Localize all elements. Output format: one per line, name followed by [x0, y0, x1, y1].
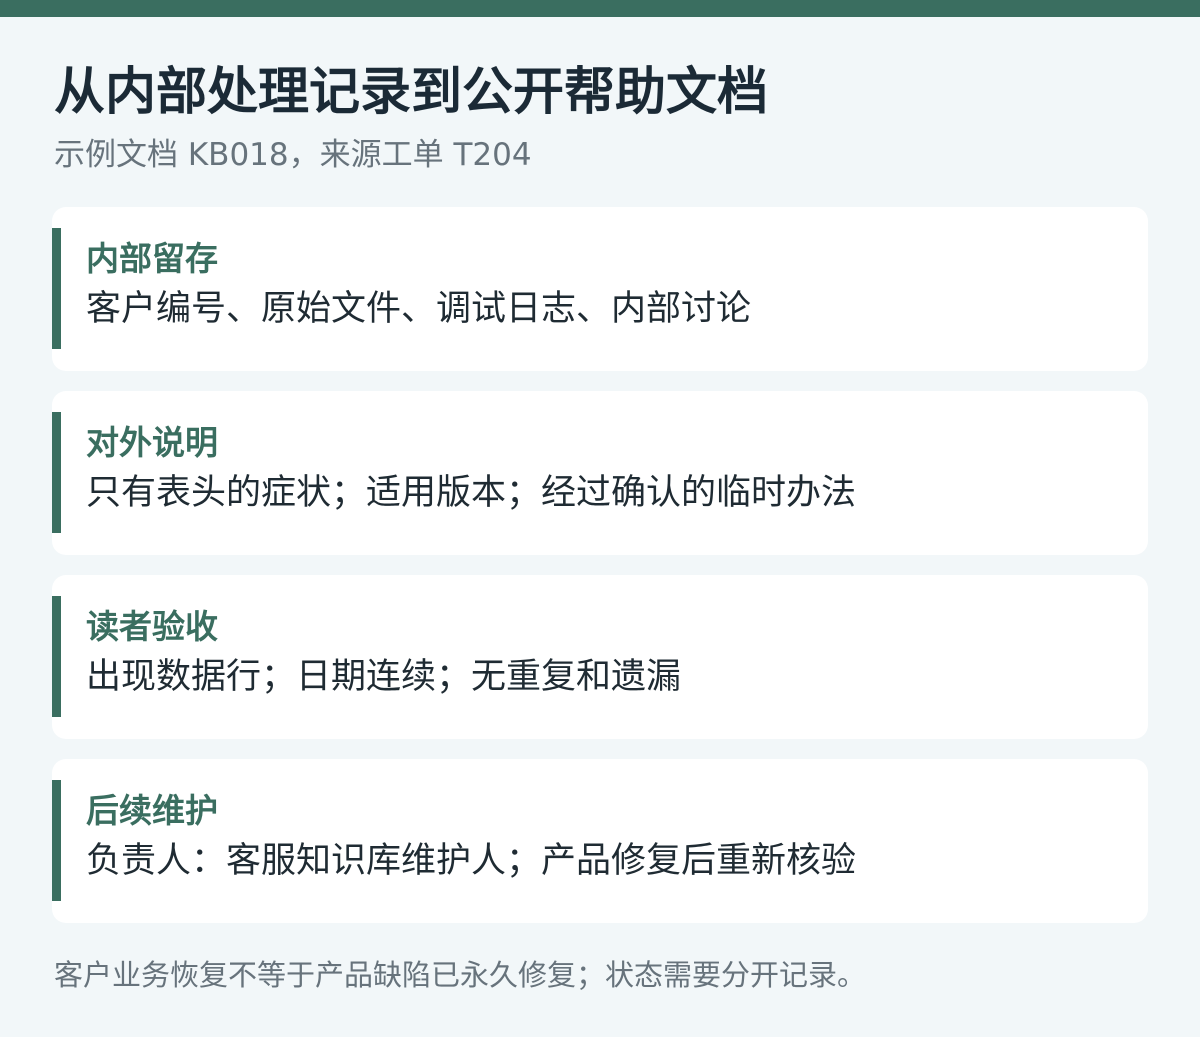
section-card-title: 内部留存 [86, 239, 218, 278]
top-accent-bar [0, 0, 1200, 17]
section-card-body: 负责人：客服知识库维护人；产品修复后重新核验 [86, 841, 857, 881]
section-card-body: 客户编号、原始文件、调试日志、内部讨论 [86, 289, 752, 329]
page-title: 从内部处理记录到公开帮助文档 [54, 63, 769, 122]
card-accent-bar [52, 228, 61, 349]
card-accent-bar [52, 412, 61, 533]
footnote: 客户业务恢复不等于产品缺陷已永久修复；状态需要分开记录。 [54, 958, 867, 992]
card-accent-bar [52, 596, 61, 717]
section-card-reader-acceptance: 读者验收 出现数据行；日期连续；无重复和遗漏 [52, 575, 1148, 739]
card-accent-bar [52, 780, 61, 901]
section-card-maintenance: 后续维护 负责人：客服知识库维护人；产品修复后重新核验 [52, 759, 1148, 923]
section-card-title: 对外说明 [86, 423, 218, 462]
section-card-body: 出现数据行；日期连续；无重复和遗漏 [86, 657, 682, 697]
section-card-body: 只有表头的症状；适用版本；经过确认的临时办法 [86, 473, 857, 513]
section-card-internal-retention: 内部留存 客户编号、原始文件、调试日志、内部讨论 [52, 207, 1148, 371]
page-subtitle: 示例文档 KB018，来源工单 T204 [54, 137, 532, 173]
section-card-external-description: 对外说明 只有表头的症状；适用版本；经过确认的临时办法 [52, 391, 1148, 555]
section-card-list: 内部留存 客户编号、原始文件、调试日志、内部讨论 对外说明 只有表头的症状；适用… [52, 207, 1148, 943]
section-card-title: 读者验收 [86, 607, 218, 646]
section-card-title: 后续维护 [86, 791, 218, 830]
